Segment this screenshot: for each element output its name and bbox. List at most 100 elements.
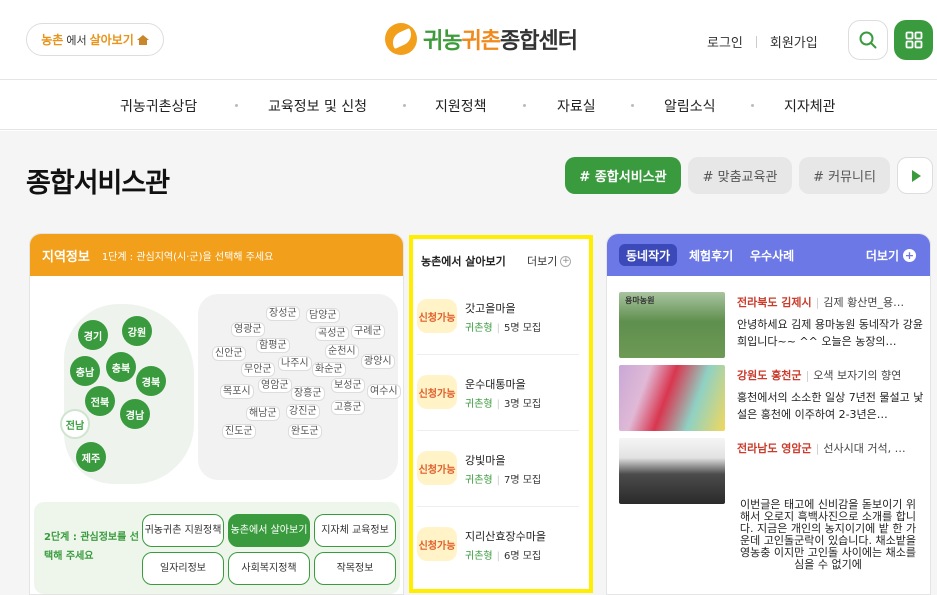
site-logo[interactable]: 귀농귀촌종합센터: [385, 20, 578, 58]
story-thumbnail: [619, 365, 725, 431]
nav-dot: [235, 104, 238, 107]
county-muan[interactable]: 무안군: [241, 362, 275, 377]
signup-link[interactable]: 회원가입: [770, 32, 818, 51]
village-type: 귀촌형: [465, 475, 493, 486]
search-icon: [859, 31, 877, 49]
village-item[interactable]: 신청가능 운수대통마을 귀촌형 | 3명 모집: [417, 355, 579, 431]
category-jobs[interactable]: 일자리정보: [142, 552, 224, 585]
village-type: 귀촌형: [465, 399, 493, 410]
main-nav: 귀농귀촌상담 교육정보 및 신청 지원정책 자료실 알림소식 지자체관: [0, 80, 937, 130]
province-jeju[interactable]: 제주: [76, 442, 106, 472]
county-naju[interactable]: 나주시: [278, 356, 312, 371]
play-button[interactable]: [897, 157, 933, 194]
village-count: 6명 모집: [503, 551, 542, 562]
county-jangseong[interactable]: 장성군: [266, 306, 300, 321]
jeonnam-detail-map: 장성군 담양군 영광군 곡성군 구례군 함평군 신안군 순천시 나주시 광양시 …: [198, 294, 401, 480]
story-thumbnail: 용마농원: [619, 292, 725, 358]
story-thumbnail: [619, 438, 725, 504]
village-count: 3명 모집: [503, 399, 542, 410]
county-hampyeong[interactable]: 함평군: [256, 338, 290, 353]
category-village-life[interactable]: 농촌에서 살아보기: [228, 514, 310, 547]
nav-item-consult[interactable]: 귀농귀촌상담: [120, 96, 197, 116]
county-haenam[interactable]: 해남군: [246, 406, 280, 421]
village-meta: 귀촌형 | 3명 모집: [465, 395, 541, 410]
province-jeonnam-selected[interactable]: 전남: [60, 409, 90, 439]
nav-item-news[interactable]: 알림소식: [664, 96, 716, 116]
village-more-link[interactable]: 더보기 +: [527, 253, 572, 269]
county-gokseong[interactable]: 곡성군: [315, 326, 349, 341]
plus-icon: +: [560, 255, 572, 267]
county-yeosu[interactable]: 여수시: [367, 384, 401, 399]
village-item[interactable]: 신청가능 강빛마을 귀촌형 | 7명 모집: [417, 431, 579, 507]
county-gurye[interactable]: 구례군: [351, 324, 385, 339]
story-item[interactable]: 강원도 홍천군 | 오색 보자기의 향연 홍천에서의 소소한 일상 7년전 물설고 …: [619, 365, 929, 431]
county-gangjin[interactable]: 강진군: [286, 404, 320, 419]
story-title: 전라북도 김제시 | 김제 황산면_용…: [737, 294, 929, 310]
village-count: 5명 모집: [503, 323, 542, 334]
county-yeongam[interactable]: 영암군: [258, 378, 292, 393]
county-sinan[interactable]: 신안군: [212, 346, 246, 361]
story-more-link[interactable]: 더보기 +: [866, 247, 916, 264]
county-jangheung[interactable]: 장흥군: [291, 386, 325, 401]
category-local-education[interactable]: 지자체 교육정보: [314, 514, 396, 547]
province-jeonbuk[interactable]: 전북: [85, 386, 115, 416]
tab-custom-education[interactable]: # 맞춤교육관: [688, 157, 792, 194]
search-button[interactable]: [848, 20, 888, 60]
village-panel-title: 농촌에서 살아보기: [421, 255, 506, 268]
village-meta: 귀촌형 | 6명 모집: [465, 547, 541, 562]
county-suncheon[interactable]: 순천시: [325, 344, 359, 359]
story-header: 동네작가 체험후기 우수사례 더보기 +: [607, 234, 930, 276]
nav-item-resources[interactable]: 자료실: [557, 96, 596, 116]
story-item[interactable]: 용마농원 전라북도 김제시 | 김제 황산면_용… 안녕하세요 김제 용마농원 동네…: [619, 292, 929, 358]
county-yeonggwang[interactable]: 영광군: [231, 322, 265, 337]
story-item[interactable]: 전라남도 영암군 | 선사시대 거석, …: [619, 438, 929, 504]
title-separator: |: [815, 442, 820, 455]
county-goheung[interactable]: 고흥군: [331, 400, 365, 415]
thumbnail-label: 용마농원: [625, 296, 655, 305]
nav-item-policy[interactable]: 지원정책: [435, 96, 487, 116]
category-rural-support-policy[interactable]: 귀농귀촌 지원정책: [142, 514, 224, 547]
village-pill-part1: 농촌: [41, 33, 64, 47]
logo-text: 귀농귀촌종합센터: [423, 23, 578, 55]
tab-integrated-service[interactable]: # 종합서비스관: [565, 157, 681, 194]
province-gyeonggi[interactable]: 경기: [78, 320, 108, 350]
login-link[interactable]: 로그인: [707, 32, 743, 51]
county-hwasun[interactable]: 화순군: [312, 362, 346, 377]
step2-label: 2단계 : 관심정보를 선택해 주세요: [44, 532, 140, 562]
county-mokpo[interactable]: 목포시: [220, 384, 254, 399]
nav-item-education[interactable]: 교육정보 및 신청: [268, 96, 367, 116]
village-item[interactable]: 신청가능 지리산효장수마을 귀촌형 | 6명 모집: [417, 507, 579, 583]
village-item[interactable]: 신청가능 갓고을마을 귀촌형 | 5명 모집: [417, 279, 579, 355]
tab-best-practice[interactable]: 우수사례: [750, 244, 794, 266]
county-gwangyang[interactable]: 광양시: [361, 354, 395, 369]
village-life-button[interactable]: 농촌 에서 살아보기: [26, 23, 164, 56]
top-links: 로그인 회원가입: [707, 32, 818, 51]
village-name: 운수대통마을: [465, 378, 526, 391]
tab-local-writer[interactable]: 동네작가: [619, 244, 678, 266]
grid-menu-icon: [905, 31, 922, 49]
province-gyeongbuk[interactable]: 경북: [136, 366, 166, 396]
county-jindo[interactable]: 진도군: [222, 424, 256, 439]
category-crop-info[interactable]: 작목정보: [314, 552, 396, 585]
county-damyang[interactable]: 담양군: [306, 308, 340, 323]
logo-text-dark: 종합센터: [499, 29, 578, 54]
story-location: 전라북도 김제시: [737, 296, 812, 309]
category-welfare-policy[interactable]: 사회복지정책: [228, 552, 310, 585]
menu-button[interactable]: [894, 20, 933, 60]
tab-community[interactable]: # 커뮤니티: [799, 157, 890, 194]
tab-experience-review[interactable]: 체험후기: [689, 244, 733, 266]
village-pill-part2: 에서: [66, 33, 87, 47]
region-step1-desc: 1단계 : 관심지역(시·군)을 선택해 주세요: [101, 251, 274, 263]
county-wando[interactable]: 완도군: [288, 424, 322, 439]
story-title-text: 오색 보자기의 향연: [813, 369, 902, 382]
province-chungnam[interactable]: 충남: [70, 356, 100, 386]
page-title: 종합서비스관: [26, 168, 170, 199]
divider: [755, 35, 757, 48]
village-more-label: 더보기: [527, 255, 558, 268]
province-gyeongnam[interactable]: 경남: [120, 399, 150, 429]
province-chungbuk[interactable]: 충북: [106, 352, 136, 382]
province-gangwon[interactable]: 강원: [122, 316, 152, 346]
county-boseong[interactable]: 보성군: [331, 378, 365, 393]
apply-badge: 신청가능: [417, 527, 457, 561]
nav-item-local-gov[interactable]: 지자체관: [784, 96, 836, 116]
